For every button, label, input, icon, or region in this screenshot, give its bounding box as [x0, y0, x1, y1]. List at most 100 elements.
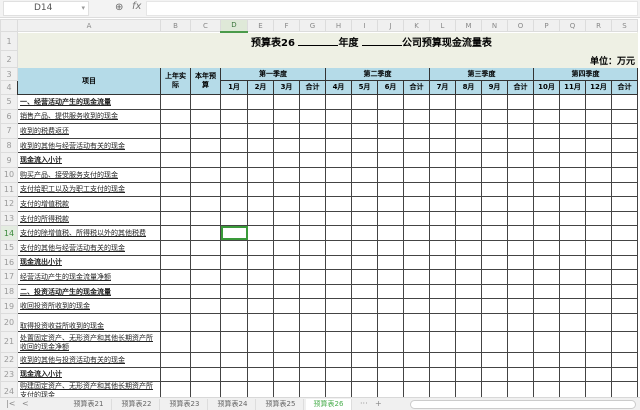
- data-cell[interactable]: [160, 152, 191, 168]
- data-cell[interactable]: [559, 283, 586, 300]
- data-cell[interactable]: [455, 312, 482, 332]
- data-cell[interactable]: [585, 94, 612, 110]
- data-cell[interactable]: [533, 283, 560, 300]
- data-cell[interactable]: [585, 298, 612, 314]
- row-label[interactable]: 收到的税费返还: [17, 123, 161, 139]
- data-cell[interactable]: [273, 254, 300, 271]
- data-cell[interactable]: [247, 366, 274, 383]
- data-cell[interactable]: [299, 94, 326, 110]
- data-cell[interactable]: [429, 330, 456, 353]
- data-cell[interactable]: [351, 166, 378, 183]
- data-cell[interactable]: [273, 181, 300, 198]
- data-cell[interactable]: [559, 269, 586, 285]
- data-cell[interactable]: [611, 283, 638, 300]
- data-cell[interactable]: [585, 108, 612, 125]
- data-cell[interactable]: [611, 351, 638, 368]
- data-cell[interactable]: [160, 330, 191, 353]
- data-cell[interactable]: [611, 166, 638, 183]
- horizontal-scrollbar[interactable]: [410, 400, 636, 409]
- data-cell[interactable]: [220, 181, 248, 198]
- column-header-r[interactable]: R: [585, 19, 612, 32]
- data-cell[interactable]: [455, 181, 482, 198]
- row-header-3[interactable]: 3: [0, 67, 18, 81]
- data-cell[interactable]: [403, 330, 430, 353]
- data-cell[interactable]: [220, 239, 248, 256]
- data-cell[interactable]: [247, 254, 274, 271]
- data-cell[interactable]: [507, 94, 534, 110]
- data-cell[interactable]: [325, 381, 352, 397]
- data-cell[interactable]: [507, 298, 534, 314]
- data-cell[interactable]: [585, 351, 612, 368]
- data-cell[interactable]: [559, 225, 586, 241]
- zoom-icon[interactable]: ⊕: [115, 2, 123, 13]
- data-cell[interactable]: [247, 351, 274, 368]
- row-header[interactable]: 11: [0, 181, 18, 198]
- data-cell[interactable]: [455, 166, 482, 183]
- more-tabs-button[interactable]: ···: [360, 399, 368, 408]
- data-cell[interactable]: [403, 298, 430, 314]
- data-cell[interactable]: [190, 94, 221, 110]
- column-header-g[interactable]: G: [299, 19, 326, 32]
- data-cell[interactable]: [403, 137, 430, 154]
- data-cell[interactable]: [299, 366, 326, 383]
- data-cell[interactable]: [559, 298, 586, 314]
- data-cell[interactable]: [377, 283, 404, 300]
- data-cell[interactable]: [481, 225, 508, 241]
- data-cell[interactable]: [247, 152, 274, 168]
- data-cell[interactable]: [611, 94, 638, 110]
- data-cell[interactable]: [559, 196, 586, 212]
- data-cell[interactable]: [299, 137, 326, 154]
- data-cell[interactable]: [247, 166, 274, 183]
- data-cell[interactable]: [299, 254, 326, 271]
- data-cell[interactable]: [247, 330, 274, 353]
- data-cell[interactable]: [273, 381, 300, 397]
- row-label[interactable]: 销售产品、提供服务收到的现金: [17, 108, 161, 125]
- data-cell[interactable]: [273, 366, 300, 383]
- column-header-s[interactable]: S: [611, 19, 638, 32]
- data-cell[interactable]: [377, 298, 404, 314]
- row-header[interactable]: 17: [0, 269, 18, 285]
- data-cell[interactable]: [299, 181, 326, 198]
- data-cell[interactable]: [299, 283, 326, 300]
- data-cell[interactable]: [377, 123, 404, 139]
- data-cell[interactable]: [160, 381, 191, 397]
- data-cell[interactable]: [507, 196, 534, 212]
- row-header[interactable]: 7: [0, 123, 18, 139]
- row-header[interactable]: 15: [0, 239, 18, 256]
- data-cell[interactable]: [507, 152, 534, 168]
- data-cell[interactable]: [273, 239, 300, 256]
- data-cell[interactable]: [507, 269, 534, 285]
- sheet-tab[interactable]: 预算表25: [258, 399, 304, 410]
- data-cell[interactable]: [533, 330, 560, 353]
- data-cell[interactable]: [455, 152, 482, 168]
- data-cell[interactable]: [299, 351, 326, 368]
- data-cell[interactable]: [325, 239, 352, 256]
- data-cell[interactable]: [559, 108, 586, 125]
- data-cell[interactable]: [611, 108, 638, 125]
- data-cell[interactable]: [190, 108, 221, 125]
- data-cell[interactable]: [533, 152, 560, 168]
- data-cell[interactable]: [273, 196, 300, 212]
- data-cell[interactable]: [403, 312, 430, 332]
- data-cell[interactable]: [377, 225, 404, 241]
- data-cell[interactable]: [429, 108, 456, 125]
- data-cell[interactable]: [190, 330, 221, 353]
- data-cell[interactable]: [377, 239, 404, 256]
- data-cell[interactable]: [273, 94, 300, 110]
- data-cell[interactable]: [403, 108, 430, 125]
- data-cell[interactable]: [429, 181, 456, 198]
- data-cell[interactable]: [273, 210, 300, 227]
- row-header[interactable]: 14: [0, 225, 18, 241]
- data-cell[interactable]: [481, 210, 508, 227]
- data-cell[interactable]: [559, 330, 586, 353]
- data-cell[interactable]: [247, 283, 274, 300]
- row-label[interactable]: 收回投资所收到的现金: [17, 298, 161, 314]
- data-cell[interactable]: [403, 239, 430, 256]
- data-cell[interactable]: [325, 269, 352, 285]
- data-cell[interactable]: [429, 239, 456, 256]
- column-header-l[interactable]: L: [429, 19, 456, 32]
- data-cell[interactable]: [220, 269, 248, 285]
- data-cell[interactable]: [481, 196, 508, 212]
- data-cell[interactable]: [429, 381, 456, 397]
- data-cell[interactable]: [299, 108, 326, 125]
